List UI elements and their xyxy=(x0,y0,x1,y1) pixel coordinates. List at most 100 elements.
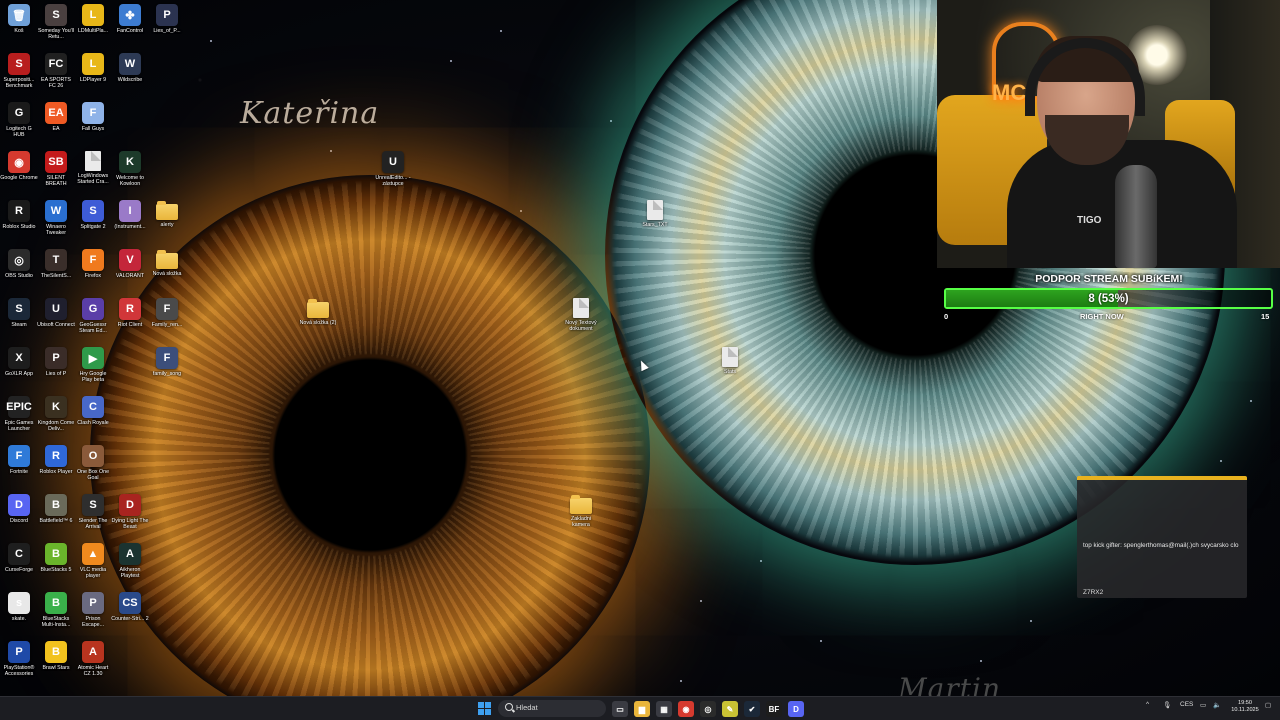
desktop-shortcut[interactable]: K Kingdom Come Deliv... xyxy=(37,392,75,433)
desktop-shortcut[interactable]: ▶ Hry Google Play beta xyxy=(74,343,112,384)
desktop-shortcut[interactable]: L LDMultiPla... xyxy=(74,0,112,34)
desktop-shortcut[interactable]: CS Counter-Stri... 2 xyxy=(111,588,149,622)
desktop-shortcut[interactable]: W Wildscribe xyxy=(111,49,149,83)
obs-taskbar-icon[interactable]: ◎ xyxy=(700,701,716,717)
desktop-shortcut[interactable]: U UnrealEdito... - zástupce xyxy=(374,147,412,188)
desktop-shortcut-label: Aikheron Playtest xyxy=(119,567,141,580)
firefox-icon: F xyxy=(82,249,104,271)
desktop-shortcut[interactable]: T TheSilentS... xyxy=(37,245,75,279)
chrome-taskbar-icon[interactable]: ◉ xyxy=(678,701,694,717)
instrument-icon: I xyxy=(119,200,141,222)
welcome-to-kowloon-icon: K xyxy=(119,151,141,173)
desktop-shortcut[interactable]: S Splitgate 2 xyxy=(74,196,112,230)
desktop-shortcut[interactable]: F Family_ren... xyxy=(148,294,186,328)
desktop-shortcut[interactable]: S Someday You'll Retu... xyxy=(37,0,75,41)
desktop-shortcut[interactable]: SB SILENT BREATH xyxy=(37,147,75,188)
desktop-shortcut-label: Lies_of_P... xyxy=(153,28,181,34)
desktop-shortcut[interactable]: C CurseForge xyxy=(0,539,38,573)
desktop-shortcut[interactable]: ◉ Google Chrome xyxy=(0,147,38,181)
desktop-shortcut[interactable]: P Prison Escape... xyxy=(74,588,112,629)
battlefield-taskbar-icon[interactable]: BF xyxy=(766,701,782,717)
desktop-shortcut[interactable]: EPIC Epic Games Launcher xyxy=(0,392,38,433)
desktop-shortcut[interactable]: G Logitech G HUB xyxy=(0,98,38,139)
epic-games-icon: EPIC xyxy=(6,396,32,418)
desktop-shortcut[interactable]: F Fortnite xyxy=(0,441,38,475)
desktop-shortcut[interactable]: ▲ VLC media player xyxy=(74,539,112,580)
desktop-shortcut[interactable]: Nová složka (2) xyxy=(299,294,337,326)
desktop-shortcut[interactable]: Stars_TXT xyxy=(636,196,674,228)
desktop-shortcut[interactable]: Nová složka xyxy=(148,245,186,277)
file-explorer-icon[interactable]: ▆ xyxy=(634,701,650,717)
fancontrol-icon: ✤ xyxy=(119,4,141,26)
desktop-shortcut[interactable]: P Lies_of_P... xyxy=(148,0,186,34)
discord-taskbar-icon[interactable]: D xyxy=(788,701,804,717)
taskbar-search-box[interactable]: Hledat xyxy=(498,700,606,717)
task-view-icon[interactable]: ▭ xyxy=(612,701,628,717)
desktop-shortcut[interactable]: LogWindows Started Cra... xyxy=(74,147,112,186)
desktop-shortcut[interactable]: A Atomic Heart CZ 1.30 xyxy=(74,637,112,678)
clock-time: 19:50 xyxy=(1238,700,1252,706)
desktop-shortcut[interactable]: EA EA xyxy=(37,98,75,132)
desktop-shortcut[interactable]: K Welcome to Kowloon xyxy=(111,147,149,188)
desktop-shortcut[interactable]: s skate. xyxy=(0,588,38,622)
desktop-shortcut[interactable]: W Winaero Tweaker xyxy=(37,196,75,237)
desktop-shortcut[interactable]: L LDPlayer 9 xyxy=(74,49,112,83)
desktop-shortcut[interactable]: D Discord xyxy=(0,490,38,524)
desktop-shortcut[interactable]: A Aikheron Playtest xyxy=(111,539,149,580)
windows-logo-pane xyxy=(485,709,491,715)
desktop-shortcut[interactable]: U Ubisoft Connect xyxy=(37,294,75,328)
desktop-shortcut[interactable]: R Roblox Player xyxy=(37,441,75,475)
start-button[interactable] xyxy=(478,702,491,715)
notifications-icon[interactable]: ▢ xyxy=(1265,701,1271,709)
desktop-shortcut[interactable]: S Superpositi... Benchmark xyxy=(0,49,38,90)
tray-chevron-icon[interactable]: ^ xyxy=(1146,701,1149,708)
desktop-shortcut-label: GeoGuessr Steam Ed... xyxy=(79,322,107,335)
desktop-shortcut[interactable]: O One Box One Goal xyxy=(74,441,112,482)
sub-goal-title: PODPOR STREAM SUBíKEM! xyxy=(1035,273,1183,285)
desktop-shortcut[interactable]: alerty xyxy=(148,196,186,228)
notepad-taskbar-icon[interactable]: ✎ xyxy=(722,701,738,717)
stats-file-icon xyxy=(722,347,738,367)
desktop-shortcut[interactable]: X GoXLR App xyxy=(0,343,38,377)
wallpaper-name-bottom: Martin xyxy=(898,672,1001,696)
microsoft-store-icon[interactable]: ▦ xyxy=(656,701,672,717)
desktop-shortcut[interactable]: B BlueStacks 5 xyxy=(37,539,75,573)
desktop-shortcut[interactable]: V VALORANT xyxy=(111,245,149,279)
desktop-shortcut[interactable]: 🗑 Koš xyxy=(0,0,38,34)
desktop-shortcut[interactable]: G GeoGuessr Steam Ed... xyxy=(74,294,112,335)
taskbar-clock[interactable]: 19:50 10.11.2025 xyxy=(1228,700,1262,714)
volume-icon[interactable]: 🔈 xyxy=(1213,701,1221,709)
desktop-shortcut[interactable]: F Fall Guys xyxy=(74,98,112,132)
desktop-shortcut[interactable]: B BlueStacks Multi-Insta... xyxy=(37,588,75,629)
winaero-tweaker-icon: W xyxy=(45,200,67,222)
desktop-shortcut[interactable]: P PlayStation® Accessories xyxy=(0,637,38,678)
desktop-shortcut[interactable]: ◎ OBS Studio xyxy=(0,245,38,279)
desktop-shortcut[interactable]: ✤ FanControl xyxy=(111,0,149,34)
desktop-shortcut[interactable]: C Clash Royale xyxy=(74,392,112,426)
desktop-shortcut[interactable]: D Dying Light The Beast xyxy=(111,490,149,531)
desktop-shortcut[interactable]: S Slender The Arrival xyxy=(74,490,112,531)
ldmultiplayer-icon: L xyxy=(82,4,104,26)
desktop-shortcut-label: Battlefield™ 6 xyxy=(39,518,73,524)
network-icon[interactable]: ▭ xyxy=(1200,701,1206,709)
desktop-shortcut[interactable]: I (Instrument... xyxy=(111,196,149,230)
desktop-shortcut[interactable]: B Battlefield™ 6 xyxy=(37,490,75,524)
microphone-tray-icon[interactable]: 🎙 xyxy=(1163,701,1171,709)
clash-royale-icon: C xyxy=(82,396,104,418)
desktop-shortcut[interactable]: R Roblox Studio xyxy=(0,196,38,230)
desktop-shortcut[interactable]: P Lies of P xyxy=(37,343,75,377)
language-indicator[interactable]: CES xyxy=(1180,701,1193,708)
desktop-shortcut[interactable]: S Steam xyxy=(0,294,38,328)
desktop-shortcut[interactable]: Stats xyxy=(711,343,749,375)
desktop-shortcut-label: Wildscribe xyxy=(117,77,143,83)
desktop-shortcut[interactable]: FC EA SPORTS FC 26 xyxy=(37,49,75,90)
desktop-shortcut[interactable]: F Firefox xyxy=(74,245,112,279)
desktop-shortcut[interactable]: R Riot Client xyxy=(111,294,149,328)
dying-light-icon: D xyxy=(119,494,141,516)
desktop-shortcut[interactable]: Zakladni kamera xyxy=(562,490,600,529)
desktop-shortcut[interactable]: Nový Textový dokument xyxy=(562,294,600,333)
desktop-shortcut-label: Firefox xyxy=(84,273,102,279)
desktop-shortcut[interactable]: Ffamily_song xyxy=(148,343,186,377)
desktop-shortcut[interactable]: B Brawl Stars xyxy=(37,637,75,671)
steam-taskbar-icon[interactable]: ✔ xyxy=(744,701,760,717)
